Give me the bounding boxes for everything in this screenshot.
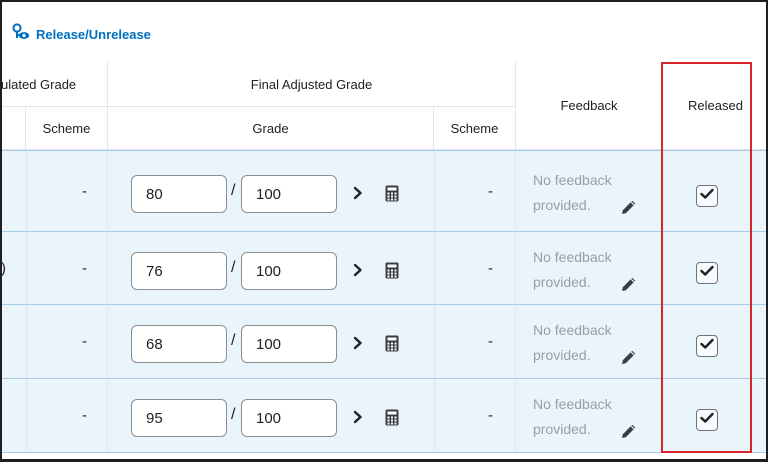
calculated-scheme-value: - — [82, 260, 87, 277]
released-checkbox[interactable] — [696, 185, 718, 207]
grade-out-of-input[interactable]: 100 — [241, 399, 337, 437]
pencil-icon[interactable] — [620, 198, 638, 216]
grade-input[interactable]: 68 — [131, 325, 227, 363]
released-column-header: Released — [663, 62, 766, 150]
release-key-eye-icon — [12, 22, 30, 46]
grade-input[interactable]: 76 — [131, 252, 227, 290]
feedback-column-header: Feedback — [516, 62, 663, 150]
checkbox-checked-icon — [700, 411, 714, 429]
feedback-text: No feedback provided. — [533, 249, 612, 290]
feedback-text: No feedback provided. — [533, 322, 612, 363]
calculated-grade-subheader — [2, 107, 26, 150]
calculated-scheme-value: - — [82, 183, 87, 200]
checkbox-checked-icon — [700, 264, 714, 282]
final-scheme-value: - — [488, 333, 493, 350]
final-scheme-value: - — [488, 183, 493, 200]
released-checkbox[interactable] — [696, 409, 718, 431]
calculated-grade-edge: ) — [1, 260, 6, 277]
table-row: - 80 / 100 - No feedback provided. — [2, 150, 766, 232]
calculator-icon[interactable] — [385, 185, 399, 202]
chevron-right-icon[interactable] — [351, 410, 365, 424]
released-checkbox[interactable] — [696, 335, 718, 357]
grade-out-of-input[interactable]: 100 — [241, 252, 337, 290]
grade-out-of-input[interactable]: 100 — [241, 175, 337, 213]
released-checkbox[interactable] — [696, 262, 718, 284]
calculator-icon[interactable] — [385, 262, 399, 279]
feedback-text: No feedback provided. — [533, 172, 612, 213]
grade-input[interactable]: 95 — [131, 399, 227, 437]
final-scheme-header: Scheme — [434, 107, 516, 150]
checkbox-checked-icon — [700, 337, 714, 355]
release-unrelease-button[interactable]: Release/Unrelease — [12, 22, 151, 46]
calculated-scheme-value: - — [82, 333, 87, 350]
release-unrelease-label: Release/Unrelease — [36, 26, 151, 42]
checkbox-checked-icon — [700, 187, 714, 205]
grade-separator: / — [231, 406, 236, 423]
final-grade-header: Grade — [108, 107, 434, 150]
pencil-icon[interactable] — [620, 275, 638, 293]
final-scheme-value: - — [488, 407, 493, 424]
grade-separator: / — [231, 332, 236, 349]
grade-separator: / — [231, 259, 236, 276]
calculated-scheme-value: - — [82, 407, 87, 424]
table-row: - 95 / 100 - No feedback provided. — [2, 379, 766, 453]
pencil-icon[interactable] — [620, 348, 638, 366]
grades-table: ulated Grade Final Adjusted Grade Feedba… — [1, 62, 766, 459]
grades-panel: Release/Unrelease ulated Grade Final Adj… — [0, 0, 768, 462]
calculated-scheme-header: Scheme — [26, 107, 108, 150]
grade-separator: / — [231, 182, 236, 199]
chevron-right-icon[interactable] — [351, 336, 365, 350]
table-row: - 68 / 100 - No feedback provided. — [2, 305, 766, 379]
final-scheme-value: - — [488, 260, 493, 277]
calculator-icon[interactable] — [385, 409, 399, 426]
chevron-right-icon[interactable] — [351, 186, 365, 200]
grade-out-of-input[interactable]: 100 — [241, 325, 337, 363]
chevron-right-icon[interactable] — [351, 263, 365, 277]
calculator-icon[interactable] — [385, 335, 399, 352]
final-adjusted-grade-group-header: Final Adjusted Grade — [108, 62, 516, 107]
pencil-icon[interactable] — [620, 422, 638, 440]
feedback-text: No feedback provided. — [533, 396, 612, 437]
table-row: ) - 76 / 100 - No feedback provided. — [1, 232, 766, 305]
calculated-grade-group-header: ulated Grade — [2, 62, 108, 107]
grade-input[interactable]: 80 — [131, 175, 227, 213]
